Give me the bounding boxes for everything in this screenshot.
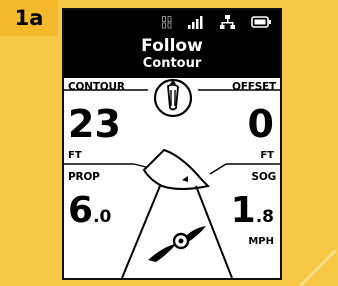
motor-head-icon <box>142 148 211 190</box>
sog-value: 1.8 <box>231 192 274 230</box>
contour-unit: FT <box>68 150 82 161</box>
device-screen: Follow Contour CONTOUR 23 FT OFFSET 0 FT… <box>62 8 282 280</box>
propeller-icon <box>148 226 206 262</box>
sog-label: SOG <box>251 171 276 183</box>
offset-unit: FT <box>260 150 274 161</box>
contour-value: 23 <box>68 102 121 146</box>
prop-value-dec: .0 <box>93 207 112 227</box>
sog-unit: MPH <box>248 236 274 247</box>
offset-value: 0 <box>247 102 274 146</box>
figure-label-badge: 1a <box>0 0 58 36</box>
header-notch <box>148 74 198 78</box>
prop-label: PROP <box>68 171 100 183</box>
sog-value-int: 1 <box>230 190 256 231</box>
prop-value-int: 6 <box>68 190 94 231</box>
contour-label: CONTOUR <box>68 81 125 93</box>
sog-value-dec: .8 <box>255 207 274 227</box>
prop-value: 6.0 <box>68 192 111 230</box>
divider-line <box>209 163 227 175</box>
decorative-corner-line <box>300 250 338 286</box>
offset-label: OFFSET <box>232 81 276 93</box>
motor-cone-outline <box>121 185 233 278</box>
heading-compass-icon <box>153 78 193 118</box>
